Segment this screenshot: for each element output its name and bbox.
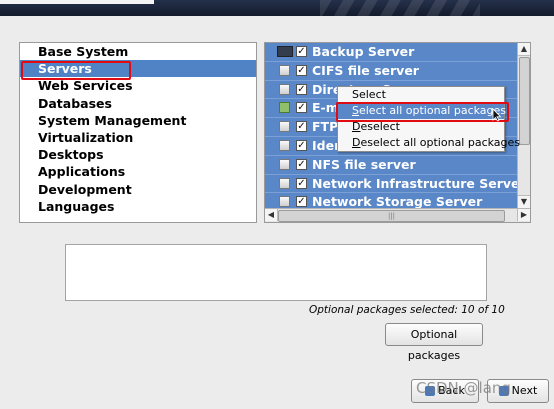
package-icon — [279, 158, 290, 170]
package-row-backup-server[interactable]: ✓ Backup Server — [265, 43, 518, 62]
next-button[interactable]: Next — [487, 379, 549, 403]
next-label: Next — [511, 384, 538, 397]
scroll-down-arrow-icon[interactable]: ▼ — [518, 195, 530, 208]
checkbox-checked-icon[interactable]: ✓ — [296, 64, 307, 76]
optional-packages-button[interactable]: Optional packages — [385, 323, 483, 362]
banner-tab — [0, 0, 154, 4]
back-arrow-icon — [425, 386, 436, 396]
group-item-base-system[interactable]: Base System — [20, 43, 256, 60]
menu-item-label: eselect all optional packages — [360, 136, 521, 149]
horizontal-scrollbar[interactable]: ◀ ||| ▶ — [265, 208, 530, 222]
package-icon — [277, 46, 293, 57]
scroll-left-arrow-icon[interactable]: ◀ — [265, 209, 278, 221]
back-label: Back — [438, 384, 465, 397]
checkbox-checked-icon[interactable]: ✓ — [296, 102, 307, 114]
checkbox-checked-icon[interactable]: ✓ — [296, 139, 307, 151]
top-banner — [0, 0, 554, 16]
package-icon — [279, 83, 290, 95]
highlight-box-select-all — [336, 102, 509, 122]
group-item-languages[interactable]: Languages — [20, 198, 256, 215]
checkbox-checked-icon[interactable]: ✓ — [296, 83, 307, 95]
package-icon — [279, 177, 290, 189]
group-item-development[interactable]: Development — [20, 181, 256, 198]
optional-packages-status: Optional packages selected: 10 of 10 — [309, 304, 505, 316]
package-label: Backup Server — [312, 44, 415, 59]
package-icon — [279, 139, 290, 151]
vertical-scrollbar-thumb[interactable] — [519, 57, 530, 145]
package-row-cifs-file-server[interactable]: ✓ CIFS file server — [265, 62, 518, 81]
scroll-up-arrow-icon[interactable]: ▲ — [518, 43, 530, 56]
package-label: FTP — [312, 119, 339, 135]
menu-item-select[interactable]: Select — [338, 87, 504, 103]
highlight-box-servers — [21, 61, 131, 80]
package-row-network-infrastructure-server[interactable]: ✓ Network Infrastructure Server — [265, 175, 526, 194]
package-icon — [279, 102, 290, 114]
vertical-scrollbar[interactable]: ▲ ▼ — [517, 43, 530, 208]
checkbox-checked-icon[interactable]: ✓ — [296, 196, 307, 208]
next-arrow-icon — [498, 386, 509, 396]
package-label: CIFS file server — [312, 62, 419, 78]
scroll-right-arrow-icon[interactable]: ▶ — [517, 209, 530, 221]
package-label: Network Infrastructure Server — [312, 175, 526, 191]
package-icon — [279, 196, 290, 208]
checkbox-checked-icon[interactable]: ✓ — [296, 158, 307, 170]
package-icon — [279, 64, 290, 76]
group-item-virtualization[interactable]: Virtualization — [20, 129, 256, 146]
package-label: NFS file server — [312, 156, 416, 172]
group-item-system-management[interactable]: System Management — [20, 112, 256, 129]
menu-item-label: Select — [352, 88, 386, 101]
horizontal-scrollbar-thumb[interactable]: ||| — [278, 210, 505, 222]
checkbox-checked-icon[interactable]: ✓ — [296, 121, 307, 133]
group-item-desktops[interactable]: Desktops — [20, 146, 256, 163]
mouse-cursor-icon — [492, 108, 502, 122]
checkbox-checked-icon[interactable]: ✓ — [296, 177, 307, 189]
package-row-nfs-file-server[interactable]: ✓ NFS file server — [265, 156, 518, 175]
back-button[interactable]: Back — [411, 379, 479, 403]
package-label: E-m — [312, 100, 339, 116]
group-item-databases[interactable]: Databases — [20, 95, 256, 112]
group-item-applications[interactable]: Applications — [20, 163, 256, 180]
package-icon — [279, 121, 290, 133]
checkbox-checked-icon[interactable]: ✓ — [296, 46, 307, 57]
banner-decoration — [320, 0, 480, 16]
description-box — [65, 244, 487, 301]
menu-item-deselect-all-optional[interactable]: Deselect all optional packages — [338, 135, 520, 151]
